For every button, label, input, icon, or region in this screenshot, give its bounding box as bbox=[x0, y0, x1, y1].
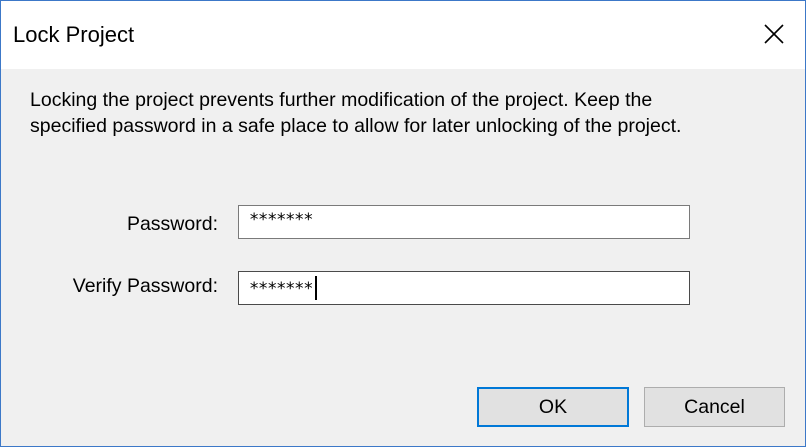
close-icon bbox=[764, 24, 784, 44]
description-text: Locking the project prevents further mod… bbox=[30, 87, 790, 139]
password-field[interactable]: ******* bbox=[238, 205, 690, 239]
cancel-button-label: Cancel bbox=[684, 395, 745, 418]
lock-project-dialog: Lock Project Locking the project prevent… bbox=[0, 0, 806, 447]
description-line-1: Locking the project prevents further mod… bbox=[30, 89, 653, 111]
password-value: ******* bbox=[249, 210, 313, 230]
verify-password-field[interactable]: ******* bbox=[238, 271, 690, 305]
close-button[interactable] bbox=[743, 1, 805, 67]
dialog-title: Lock Project bbox=[13, 22, 135, 47]
verify-password-value-wrap: ******* bbox=[249, 276, 318, 300]
title-bar: Lock Project bbox=[1, 1, 805, 69]
text-caret bbox=[315, 276, 318, 300]
verify-password-value: ******* bbox=[249, 279, 313, 299]
ok-button-label: OK bbox=[538, 395, 568, 418]
password-label: Password: bbox=[126, 213, 218, 235]
ok-button[interactable]: OK bbox=[477, 387, 629, 427]
verify-password-label: Verify Password: bbox=[72, 275, 218, 297]
cancel-button[interactable]: Cancel bbox=[644, 387, 785, 427]
description-line-2: specified password in a safe place to al… bbox=[30, 115, 682, 137]
